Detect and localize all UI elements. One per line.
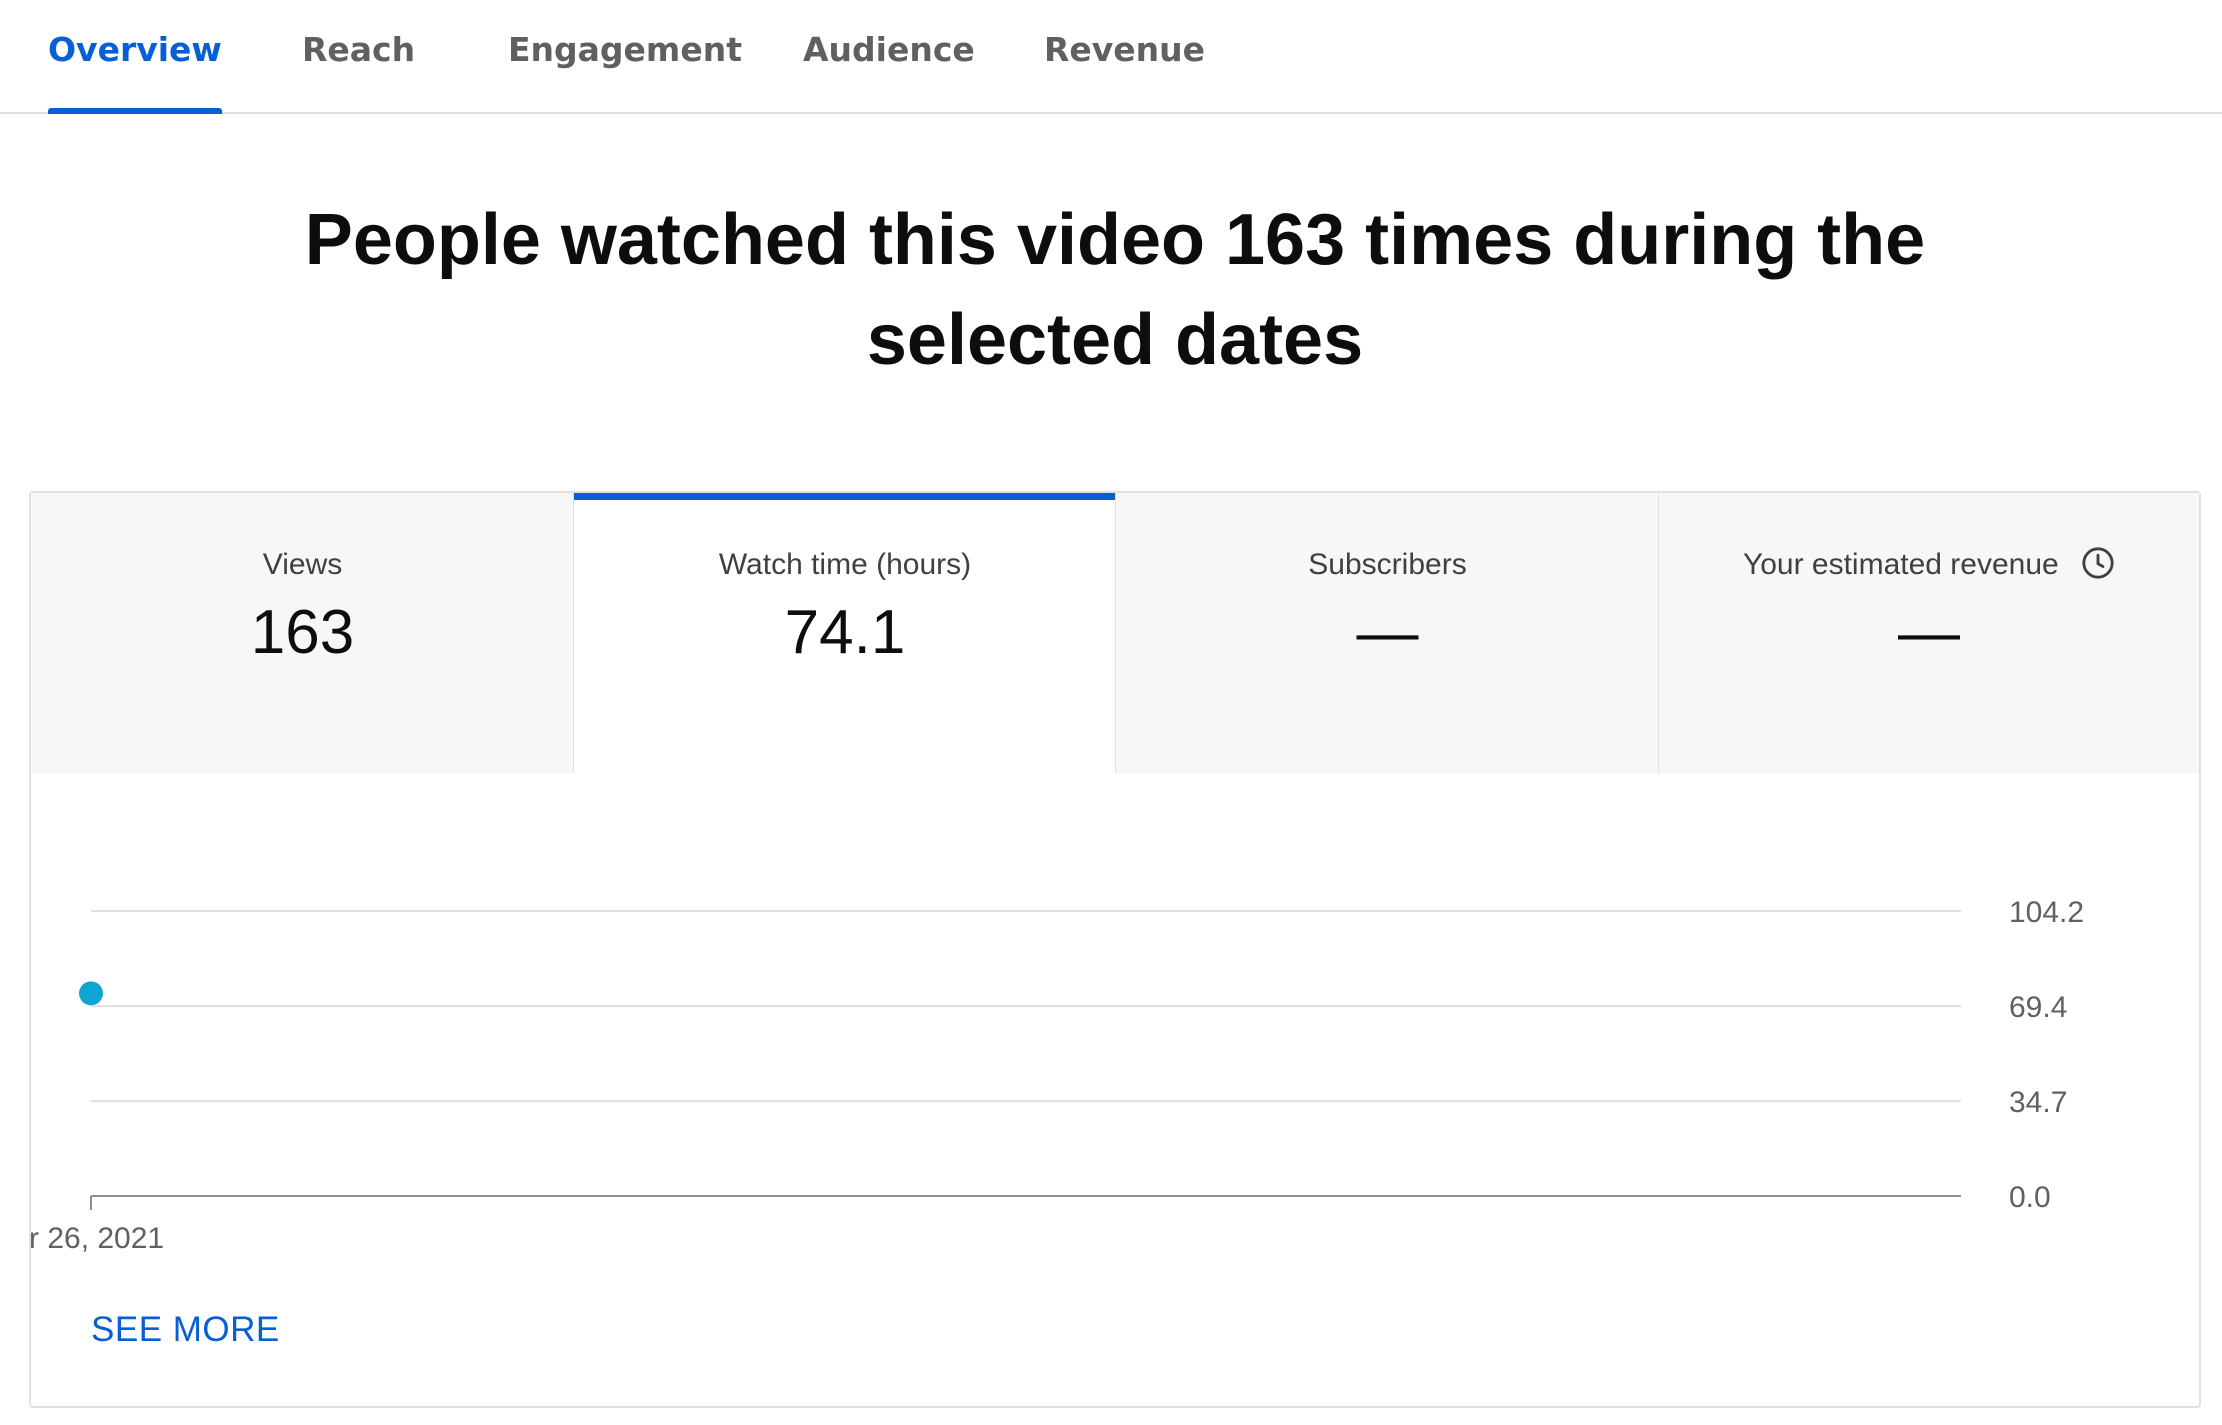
metric-subscribers[interactable]: Subscribers — bbox=[1116, 493, 1660, 773]
analytics-page: Overview Reach Engagement Audience Reven… bbox=[0, 0, 2222, 1425]
metric-subscribers-label: Subscribers bbox=[1308, 548, 1467, 581]
tab-audience[interactable]: Audience bbox=[803, 30, 975, 114]
tab-revenue[interactable]: Revenue bbox=[1044, 30, 1205, 114]
metric-subscribers-value: — bbox=[1356, 598, 1419, 667]
tab-reach[interactable]: Reach bbox=[302, 30, 415, 114]
y-tick-label: 69.4 bbox=[2009, 991, 2067, 1024]
data-point bbox=[79, 981, 103, 1006]
y-tick-label: 0.0 bbox=[2009, 1181, 2051, 1214]
metric-watch-time-label: Watch time (hours) bbox=[718, 548, 972, 581]
analytics-tab-bar: Overview Reach Engagement Audience Reven… bbox=[0, 0, 2222, 114]
y-tick-label: 104.2 bbox=[2009, 896, 2084, 929]
metric-estimated-revenue[interactable]: Your estimated revenue — bbox=[1659, 493, 2199, 773]
page-headline: People watched this video 163 times duri… bbox=[304, 200, 1926, 380]
x-tick-label: r 26, 2021 bbox=[29, 1222, 164, 1255]
tab-engagement[interactable]: Engagement bbox=[508, 30, 742, 114]
tab-reach-label: Reach bbox=[302, 30, 416, 69]
metric-watch-time[interactable]: Watch time (hours) 74.1 bbox=[574, 493, 1117, 773]
tab-audience-label: Audience bbox=[803, 30, 975, 69]
clock-icon[interactable] bbox=[2081, 546, 2115, 580]
watch-time-chart-svg: 0.0 34.7 69.4 104.2 r 26, 2021 bbox=[29, 896, 2084, 1255]
y-tick-label: 34.7 bbox=[2009, 1086, 2067, 1119]
watch-time-chart: 0.0 34.7 69.4 104.2 r 26, 2021 bbox=[29, 771, 2201, 1271]
selected-metric-indicator bbox=[574, 493, 1116, 500]
metric-views[interactable]: Views 163 bbox=[31, 493, 575, 773]
see-more-link[interactable]: SEE MORE bbox=[91, 1310, 280, 1350]
metric-revenue-label: Your estimated revenue bbox=[1742, 548, 2059, 581]
tab-revenue-label: Revenue bbox=[1044, 30, 1206, 69]
tab-overview[interactable]: Overview bbox=[48, 30, 222, 114]
metric-revenue-label-row: Your estimated revenue bbox=[1659, 545, 2199, 585]
metric-revenue-value: — bbox=[1898, 598, 1960, 667]
tab-overview-label: Overview bbox=[48, 30, 222, 69]
metric-views-label: Views bbox=[262, 548, 343, 581]
metric-watch-time-value: 74.1 bbox=[784, 598, 906, 667]
metric-views-value: 163 bbox=[250, 598, 355, 667]
tab-engagement-label: Engagement bbox=[508, 30, 742, 69]
active-tab-indicator bbox=[48, 108, 222, 114]
